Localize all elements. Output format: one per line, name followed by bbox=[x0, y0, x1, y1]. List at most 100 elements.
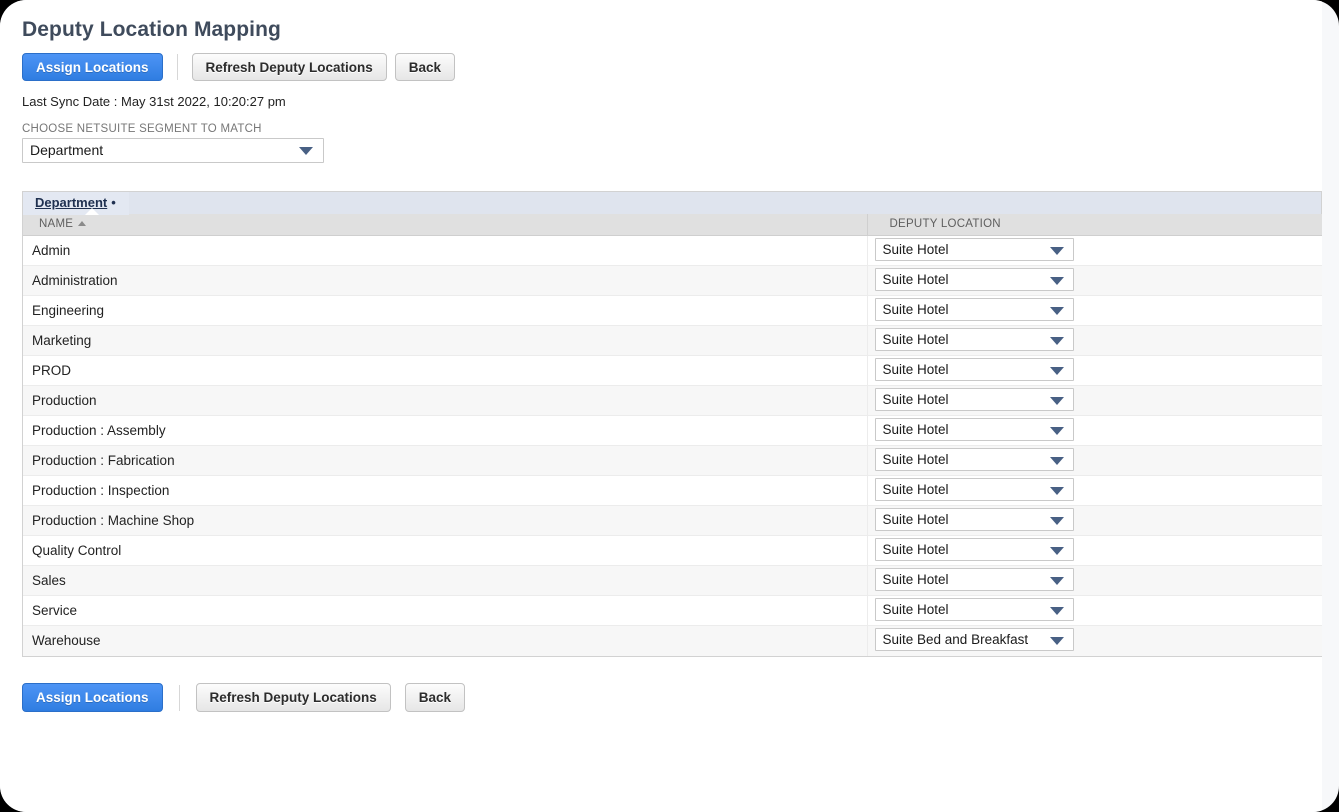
table-row: Warehouse Suite Bed and Breakfast bbox=[23, 626, 1322, 656]
cell-segment-name: Marketing bbox=[23, 326, 867, 356]
cell-deputy-location: Suite Hotel bbox=[867, 446, 1322, 476]
cell-deputy-location: Suite Hotel bbox=[867, 356, 1322, 386]
deputy-location-value: Suite Hotel bbox=[876, 389, 1073, 410]
screen-root: Deputy Location Mapping Assign Locations… bbox=[0, 0, 1339, 812]
table-row: AdministrationSuite Hotel bbox=[23, 266, 1322, 296]
segment-label: CHOOSE NETSUITE SEGMENT TO MATCH bbox=[22, 123, 1322, 135]
deputy-location-value: Suite Hotel bbox=[876, 329, 1073, 350]
table-row: Production : InspectionSuite Hotel bbox=[23, 476, 1322, 506]
cell-deputy-location: Suite Hotel bbox=[867, 506, 1322, 536]
mapping-table-head: NAME DEPUTY LOCATION bbox=[23, 214, 1322, 236]
assign-locations-button-bottom[interactable]: Assign Locations bbox=[22, 683, 163, 712]
table-row: AdminSuite Hotel bbox=[23, 236, 1322, 266]
cell-segment-name: Production bbox=[23, 386, 867, 416]
refresh-deputy-locations-button-bottom[interactable]: Refresh Deputy Locations bbox=[196, 683, 391, 712]
column-header-name[interactable]: NAME bbox=[23, 214, 867, 236]
cell-segment-name: PROD bbox=[23, 356, 867, 386]
mapping-table-body: AdminSuite HotelAdministrationSuite Hote… bbox=[23, 236, 1322, 656]
table-row: Engineering Suite Hotel bbox=[23, 296, 1322, 326]
back-button[interactable]: Back bbox=[395, 53, 455, 81]
cell-segment-name: Production : Fabrication bbox=[23, 446, 867, 476]
sort-ascending-icon bbox=[78, 221, 86, 226]
deputy-location-select[interactable]: Suite Hotel bbox=[875, 298, 1074, 321]
table-row: Production : Fabrication Suite Hotel bbox=[23, 446, 1322, 476]
deputy-location-value: Suite Hotel bbox=[876, 359, 1073, 380]
cell-deputy-location: Suite Hotel bbox=[867, 476, 1322, 506]
deputy-location-select[interactable]: Suite Hotel bbox=[875, 418, 1074, 441]
deputy-location-select[interactable]: Suite Hotel bbox=[875, 268, 1074, 291]
deputy-location-select[interactable]: Suite Hotel bbox=[875, 328, 1074, 351]
column-header-deputy-location[interactable]: DEPUTY LOCATION bbox=[867, 214, 1322, 236]
tab-department[interactable]: Department• bbox=[23, 192, 129, 215]
deputy-location-value: Suite Bed and Breakfast bbox=[876, 629, 1073, 650]
netsuite-segment-value: Department bbox=[23, 139, 323, 162]
table-row: Production Suite Hotel bbox=[23, 386, 1322, 416]
chevron-down-icon bbox=[1050, 487, 1064, 495]
deputy-location-select[interactable]: Suite Hotel bbox=[875, 478, 1074, 501]
deputy-location-value: Suite Hotel bbox=[876, 599, 1073, 620]
netsuite-segment-select[interactable]: Department bbox=[22, 138, 324, 163]
cell-segment-name: Sales bbox=[23, 566, 867, 596]
table-row: Service Suite Hotel bbox=[23, 596, 1322, 626]
chevron-down-icon bbox=[1050, 547, 1064, 555]
refresh-deputy-locations-button[interactable]: Refresh Deputy Locations bbox=[192, 53, 387, 81]
top-toolbar: Assign Locations Refresh Deputy Location… bbox=[22, 53, 1322, 81]
assign-locations-button[interactable]: Assign Locations bbox=[22, 53, 163, 81]
tab-pointer-icon bbox=[85, 208, 99, 215]
chevron-down-icon bbox=[1050, 637, 1064, 645]
column-header-deputy-location-label: DEPUTY LOCATION bbox=[890, 218, 1001, 230]
cell-segment-name: Production : Assembly bbox=[23, 416, 867, 446]
segment-chooser: CHOOSE NETSUITE SEGMENT TO MATCH Departm… bbox=[22, 123, 1322, 167]
bottom-toolbar: Assign Locations Refresh Deputy Location… bbox=[22, 684, 1322, 712]
chevron-down-icon bbox=[1050, 397, 1064, 405]
table-row: Production : Machine Shop Suite Hotel bbox=[23, 506, 1322, 536]
cell-deputy-location: Suite Hotel bbox=[867, 266, 1322, 296]
table-row: Production : Assembly Suite Hotel bbox=[23, 416, 1322, 446]
deputy-location-select[interactable]: Suite Bed and Breakfast bbox=[875, 628, 1074, 651]
deputy-location-select[interactable]: Suite Hotel bbox=[875, 388, 1074, 411]
table-row: Marketing Suite Hotel bbox=[23, 326, 1322, 356]
chevron-down-icon bbox=[1050, 307, 1064, 315]
cell-deputy-location: Suite Hotel bbox=[867, 326, 1322, 356]
toolbar-divider bbox=[177, 54, 178, 80]
footer-toolbar-divider bbox=[179, 685, 180, 711]
page-title: Deputy Location Mapping bbox=[22, 18, 1322, 41]
deputy-location-select[interactable]: Suite Hotel bbox=[875, 358, 1074, 381]
deputy-location-value: Suite Hotel bbox=[876, 419, 1073, 440]
deputy-location-select[interactable]: Suite Hotel bbox=[875, 598, 1074, 621]
deputy-location-select[interactable]: Suite Hotel bbox=[875, 538, 1074, 561]
cell-segment-name: Production : Machine Shop bbox=[23, 506, 867, 536]
cell-deputy-location: Suite Hotel bbox=[867, 416, 1322, 446]
deputy-location-value: Suite Hotel bbox=[876, 569, 1073, 590]
chevron-down-icon bbox=[1050, 457, 1064, 465]
deputy-location-value: Suite Hotel bbox=[876, 299, 1073, 320]
cell-segment-name: Engineering bbox=[23, 296, 867, 326]
cell-deputy-location: Suite Hotel bbox=[867, 236, 1322, 266]
last-sync-date: Last Sync Date : May 31st 2022, 10:20:27… bbox=[22, 94, 1322, 110]
mapping-table-container: Department• NAME DEPUTY LOCATION AdminSu… bbox=[22, 191, 1322, 657]
chevron-down-icon bbox=[1050, 337, 1064, 345]
cell-deputy-location: Suite Hotel bbox=[867, 536, 1322, 566]
table-row: PROD Suite Hotel bbox=[23, 356, 1322, 386]
cell-segment-name: Warehouse bbox=[23, 626, 867, 656]
cell-segment-name: Quality Control bbox=[23, 536, 867, 566]
deputy-location-value: Suite Hotel bbox=[876, 479, 1073, 500]
deputy-location-value: Suite Hotel bbox=[876, 509, 1073, 530]
deputy-location-value: Suite Hotel bbox=[876, 269, 1073, 290]
chevron-down-icon bbox=[1050, 517, 1064, 525]
footer-toolbar: Assign Locations Refresh Deputy Location… bbox=[22, 684, 1322, 712]
chevron-down-icon bbox=[1050, 247, 1064, 255]
deputy-location-select[interactable]: Suite Hotel bbox=[875, 238, 1074, 261]
page-header: Deputy Location Mapping Assign Locations… bbox=[0, 0, 1322, 167]
table-header-row: NAME DEPUTY LOCATION bbox=[23, 214, 1322, 236]
deputy-location-value: Suite Hotel bbox=[876, 239, 1073, 260]
deputy-location-select[interactable]: Suite Hotel bbox=[875, 448, 1074, 471]
back-button-bottom[interactable]: Back bbox=[405, 683, 465, 712]
cell-segment-name: Service bbox=[23, 596, 867, 626]
chevron-down-icon bbox=[1050, 277, 1064, 285]
deputy-location-select[interactable]: Suite Hotel bbox=[875, 568, 1074, 591]
chevron-down-icon bbox=[1050, 607, 1064, 615]
deputy-location-select[interactable]: Suite Hotel bbox=[875, 508, 1074, 531]
chevron-down-icon bbox=[1050, 367, 1064, 375]
chevron-down-icon bbox=[1050, 427, 1064, 435]
